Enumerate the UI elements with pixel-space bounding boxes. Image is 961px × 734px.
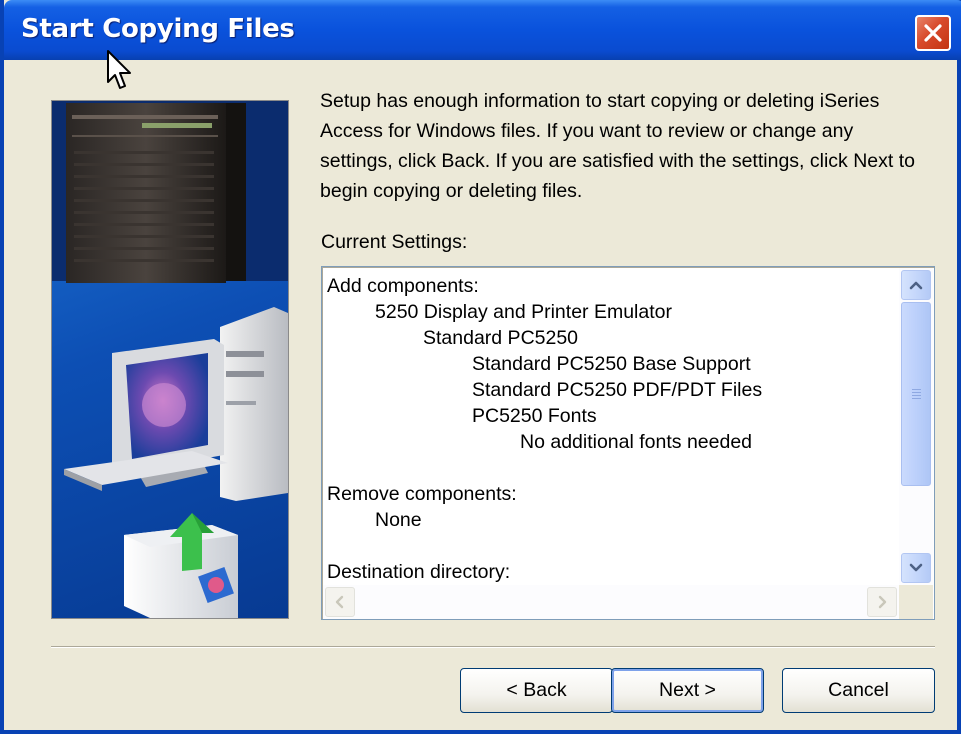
vertical-scroll-thumb[interactable] xyxy=(901,302,931,486)
window-title: Start Copying Files xyxy=(21,14,295,44)
list-item: Standard PC5250 PDF/PDT Files xyxy=(472,379,763,401)
list-item: 5250 Display and Printer Emulator xyxy=(375,301,672,323)
list-item: None xyxy=(375,509,422,531)
arrow-left-icon xyxy=(335,595,344,609)
arrow-up-icon xyxy=(909,281,923,290)
close-button[interactable] xyxy=(915,15,951,51)
arrow-down-icon xyxy=(909,563,923,572)
intro-text: Setup has enough information to start co… xyxy=(320,90,915,202)
close-icon xyxy=(924,24,942,42)
current-settings-listbox[interactable]: Add components: 5250 Display and Printer … xyxy=(321,266,935,620)
scroll-left-button[interactable] xyxy=(325,587,355,617)
arrow-right-icon xyxy=(878,595,887,609)
mouse-pointer-icon xyxy=(107,50,131,89)
back-button[interactable]: < Back xyxy=(460,668,613,713)
scroll-up-button[interactable] xyxy=(901,270,931,300)
list-item: Standard PC5250 Base Support xyxy=(472,353,751,375)
button-separator xyxy=(51,646,935,648)
current-settings-label: Current Settings: xyxy=(321,231,468,253)
list-item: Remove components: xyxy=(327,483,517,505)
setup-illustration xyxy=(51,100,289,619)
vertical-scrollbar[interactable] xyxy=(899,268,933,585)
list-item: Destination directory: xyxy=(327,561,511,583)
cancel-button[interactable]: Cancel xyxy=(782,668,935,713)
computer-illustration xyxy=(52,101,288,618)
list-item: Add components: xyxy=(327,275,479,297)
list-item: No additional fonts needed xyxy=(520,431,753,453)
scroll-down-button[interactable] xyxy=(901,553,931,583)
scrollbar-corner xyxy=(899,585,933,619)
list-item: PC5250 Fonts xyxy=(472,405,597,427)
list-item: Standard PC5250 xyxy=(423,327,579,349)
settings-lines: Add components: 5250 Display and Printer … xyxy=(327,273,897,585)
next-button[interactable]: Next > xyxy=(611,668,764,713)
horizontal-scrollbar[interactable] xyxy=(323,585,899,619)
scroll-right-button[interactable] xyxy=(867,587,897,617)
setup-dialog: Start Copying Files Setup has enough inf… xyxy=(0,0,961,734)
title-bar[interactable]: Start Copying Files xyxy=(4,0,961,60)
